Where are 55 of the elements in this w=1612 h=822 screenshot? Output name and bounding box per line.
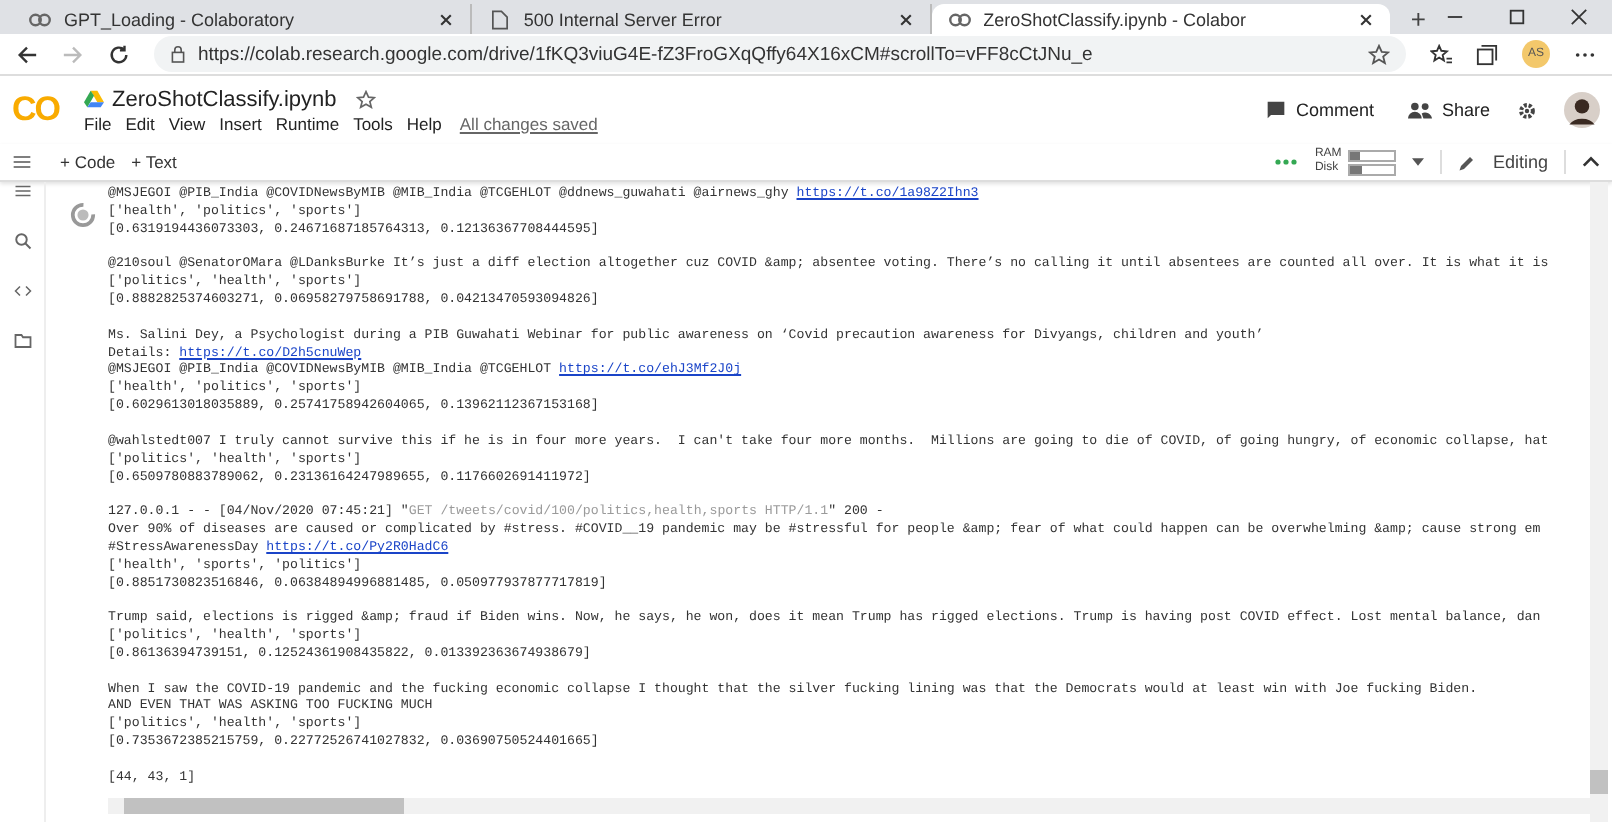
menu-item[interactable]: Runtime [275,113,340,133]
run-cell-icon[interactable] [70,202,96,228]
reload-icon[interactable] [108,43,130,65]
menu-item[interactable]: View [168,113,206,133]
close-icon[interactable] [1570,8,1588,26]
vertical-scrollbar[interactable] [1590,182,1608,822]
menu-item[interactable]: File [84,113,112,133]
menu-item[interactable]: Insert [219,113,262,133]
scrollbar-thumb[interactable] [1590,770,1608,794]
close-icon[interactable] [897,11,914,27]
collections-icon[interactable] [1476,43,1498,65]
folder-icon[interactable] [13,332,31,350]
user-avatar[interactable] [1564,92,1600,128]
add-text-button[interactable]: + Text [131,152,177,172]
chevron-up-icon[interactable] [1582,156,1600,168]
code-icon[interactable] [13,282,31,300]
table-of-contents-icon[interactable] [13,182,31,200]
scrollbar-thumb[interactable] [124,798,404,814]
connected-status-icon [1274,158,1299,166]
settings-icon[interactable] [1516,99,1538,121]
menu-item[interactable]: Help [406,113,442,133]
comment-button[interactable]: Comment [1295,100,1374,120]
search-icon[interactable] [13,232,31,250]
url-text: https://colab.research.google.com/drive/1fKQ3viuG4E-fZ3FroGXqQffy64X16xCM#scrollTo=vFF8cCtJNu_e [198,43,1095,65]
close-icon[interactable] [1358,11,1375,27]
add-code-button[interactable]: + Code [60,152,116,172]
menu-item[interactable]: Tools [353,113,393,133]
people-icon [1407,100,1432,120]
tab-title: 500 Internal Server Error [523,9,724,29]
browser-tab[interactable]: ZeroShotClassify.ipynb - Colabor [931,4,1391,34]
lock-icon [170,44,186,64]
caret-icon[interactable] [1412,158,1425,166]
notebook-name[interactable]: ZeroShotClassify.ipynb [112,87,337,111]
star-icon[interactable] [356,89,377,109]
browser-tab[interactable]: 500 Internal Server Error [471,4,932,34]
menu-icon[interactable] [12,152,32,172]
star-icon[interactable] [1368,43,1390,65]
favorites-icon[interactable] [1430,43,1452,65]
save-status-link[interactable]: All changes saved [459,113,598,133]
page-icon [487,9,512,29]
new-tab-button[interactable]: + [1410,4,1426,34]
maximize-icon[interactable] [1508,8,1526,26]
tab-title: GPT_Loading - Colaboratory [64,9,297,29]
horizontal-scrollbar[interactable] [108,798,1590,814]
editing-mode-button[interactable]: Editing [1492,152,1548,172]
comment-icon [1265,100,1286,120]
address-bar[interactable]: https://colab.research.google.com/drive/1fKQ3viuG4E-fZ3FroGXqQffy64X16xCM#scrollTo=vFF8cCtJNu_e [154,36,1406,72]
close-icon[interactable] [437,11,454,27]
menu-item[interactable]: Edit [125,113,155,133]
share-button[interactable]: Share [1441,100,1490,120]
pencil-icon [1458,153,1477,171]
back-icon[interactable] [16,43,38,65]
browser-tab[interactable]: GPT_Loading - Colaboratory [12,4,472,34]
drive-icon [84,90,104,108]
tab-title: ZeroShotClassify.ipynb - Colabor [983,9,1249,29]
